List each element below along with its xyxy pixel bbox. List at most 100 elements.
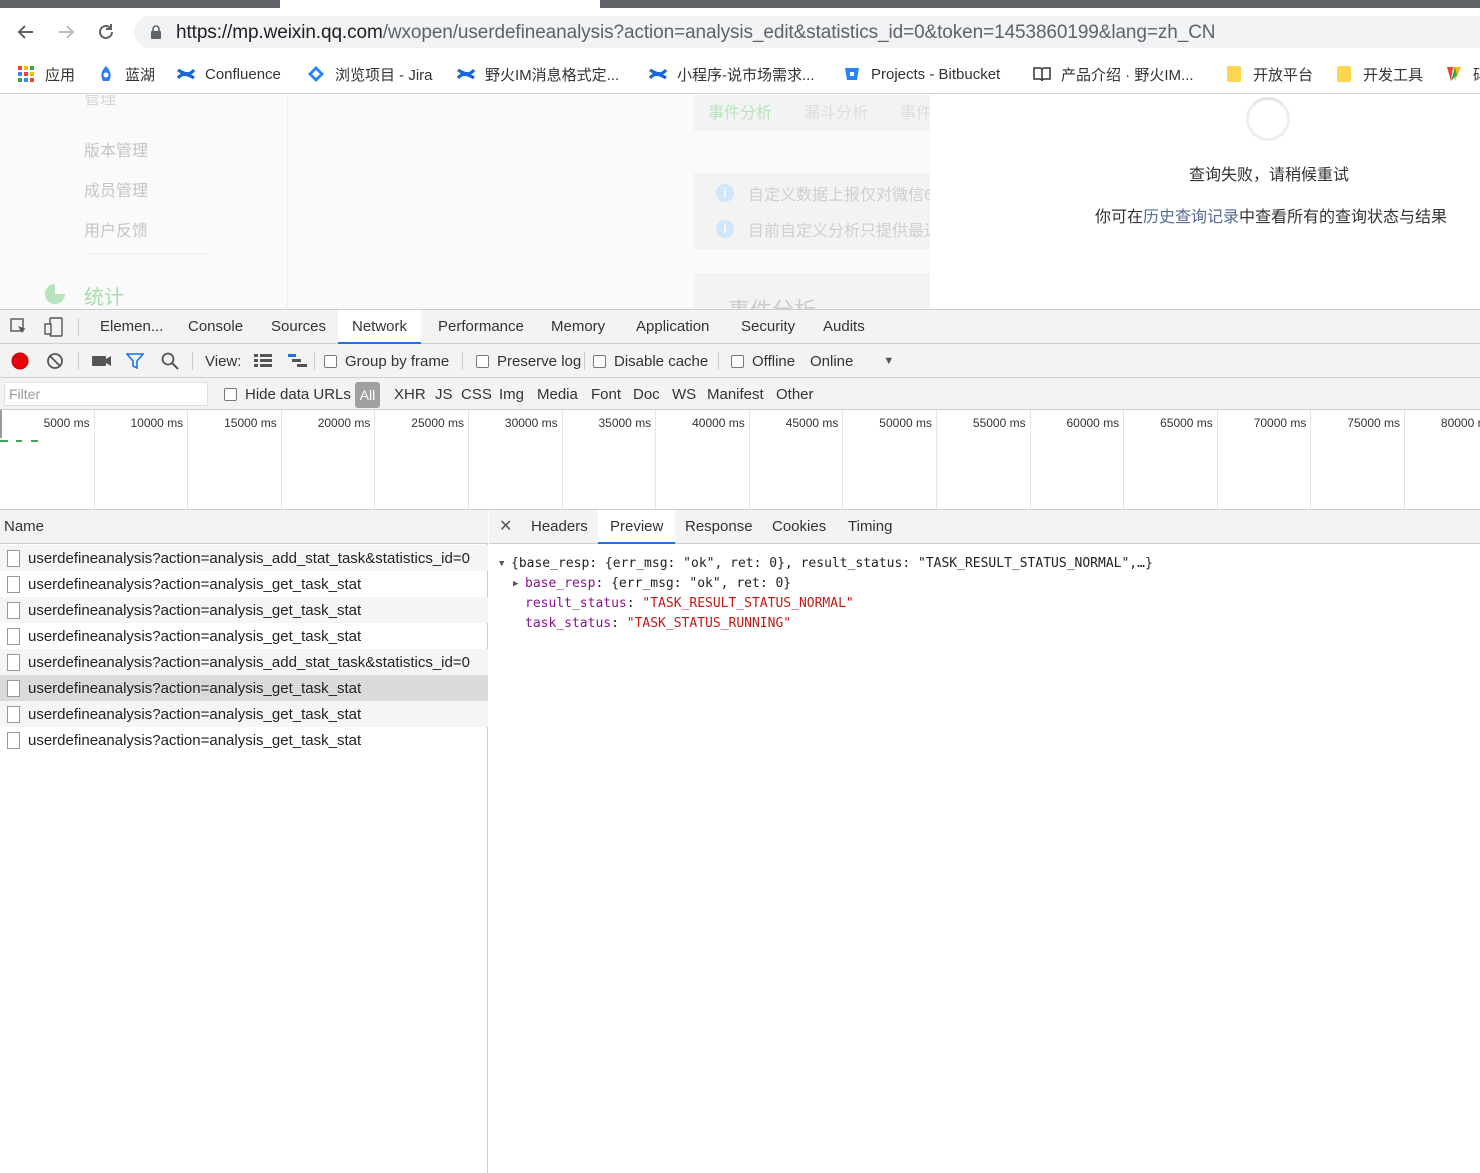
tab-response[interactable]: Response: [685, 510, 753, 544]
tab-funnel-analysis[interactable]: 漏斗分析: [804, 99, 868, 123]
reload-icon[interactable]: [94, 20, 118, 44]
table-row[interactable]: userdefineanalysis?action=analysis_get_t…: [0, 701, 488, 727]
filter-type-font[interactable]: Font: [591, 378, 621, 410]
notice-text: 自定义数据上报仅对微信6: [748, 187, 933, 204]
tab-sources[interactable]: Sources: [271, 310, 326, 344]
sidebar-item-feedback[interactable]: 用户反馈: [84, 217, 148, 241]
tab-event[interactable]: 事件: [900, 99, 932, 123]
tab-audits[interactable]: Audits: [823, 310, 865, 344]
filter-type-xhr[interactable]: XHR: [394, 378, 426, 410]
filter-type-doc[interactable]: Doc: [633, 378, 660, 410]
document-icon: [7, 627, 20, 645]
filter-type-all[interactable]: All: [355, 382, 380, 408]
timeline-tick-label: 55000 ms: [972, 416, 1026, 430]
sidebar-item-stats[interactable]: 统计: [84, 281, 124, 309]
clear-icon: [47, 353, 63, 369]
timeline-tick-label: 75000 ms: [1347, 416, 1400, 430]
column-header-name[interactable]: Name: [0, 510, 488, 544]
capture-screenshots-button[interactable]: [92, 344, 112, 378]
query-status-panel: 查询失败，请稍候重试 你可在历史查询记录中查看所有的查询状态与结果: [930, 95, 1480, 309]
inspect-element-icon[interactable]: [10, 318, 28, 339]
throttling-select[interactable]: Online ▼: [810, 344, 894, 378]
bookmark-folder-dev-tools[interactable]: 开发工具: [1334, 62, 1423, 86]
overview-toggle-button[interactable]: [288, 344, 308, 378]
close-icon[interactable]: ✕: [499, 510, 512, 544]
timeline-gridline: [468, 410, 469, 510]
filter-type-media[interactable]: Media: [537, 378, 578, 410]
forward-icon[interactable]: [54, 20, 78, 44]
device-toolbar-icon[interactable]: [44, 317, 64, 340]
expanded-triangle-icon[interactable]: ▼: [499, 554, 511, 574]
filter-toggle-button[interactable]: [126, 344, 144, 378]
group-by-frame-checkbox[interactable]: Group by frame: [324, 344, 449, 378]
filter-input[interactable]: Filter: [4, 382, 208, 406]
bookmark-jira[interactable]: 浏览项目 - Jira: [306, 62, 433, 86]
filter-type-img[interactable]: Img: [499, 378, 524, 410]
table-row[interactable]: userdefineanalysis?action=analysis_get_t…: [0, 571, 488, 597]
table-row[interactable]: userdefineanalysis?action=analysis_add_s…: [0, 545, 488, 571]
page-main: 事件分析 漏斗分析 事件 i 自定义数据上报仅对微信6 i 目前自定义分析只提供最近…: [288, 95, 940, 309]
json-base-resp-line[interactable]: ▶ base_resp: {err_msg: "ok", ret: 0}: [489, 574, 1153, 594]
url-bar[interactable]: https://mp.weixin.qq.com/wxopen/userdefi…: [134, 16, 1480, 48]
preserve-log-checkbox[interactable]: Preserve log: [476, 344, 581, 378]
sidebar-item-members[interactable]: 成员管理: [84, 177, 148, 201]
browser-tab[interactable]: [0, 0, 280, 8]
back-icon[interactable]: [14, 20, 38, 44]
card-title: 事件分析: [728, 293, 816, 309]
hide-data-urls-label: Hide data URLs: [245, 385, 351, 403]
tab-application[interactable]: Application: [636, 310, 709, 344]
bookmark-confluence[interactable]: Confluence: [176, 62, 281, 86]
sidebar-item-version[interactable]: 版本管理: [84, 137, 148, 161]
disable-cache-checkbox[interactable]: Disable cache: [593, 344, 708, 378]
timeline-tick-label: 40000 ms: [692, 416, 745, 430]
filter-type-ws[interactable]: WS: [672, 378, 696, 410]
separator: [78, 318, 79, 336]
record-button[interactable]: [10, 344, 30, 378]
tab-network[interactable]: Network: [338, 310, 422, 344]
bookmark-miniprogram[interactable]: 小程序-说市场需求...: [648, 62, 815, 86]
tab-memory[interactable]: Memory: [551, 310, 605, 344]
tab-headers[interactable]: Headers: [531, 510, 588, 544]
collapsed-triangle-icon[interactable]: ▶: [513, 574, 525, 594]
filter-type-css[interactable]: CSS: [461, 378, 492, 410]
lock-icon[interactable]: [150, 25, 162, 43]
json-root-line[interactable]: ▼ {base_resp: {err_msg: "ok", ret: 0}, re…: [489, 554, 1153, 574]
offline-checkbox[interactable]: Offline: [731, 344, 795, 378]
tab-performance[interactable]: Performance: [438, 310, 524, 344]
bookmark-apps[interactable]: 应用: [16, 62, 75, 86]
network-overview-timeline[interactable]: 5000 ms 10000 ms 15000 ms 20000 ms 25000 ms 3…: [0, 410, 1480, 510]
clear-button[interactable]: [46, 344, 64, 378]
table-row[interactable]: userdefineanalysis?action=analysis_get_t…: [0, 597, 488, 623]
checkbox-icon: [224, 387, 237, 401]
table-row[interactable]: userdefineanalysis?action=analysis_get_t…: [0, 675, 488, 701]
large-rows-button[interactable]: [254, 344, 272, 378]
filter-type-other[interactable]: Other: [776, 378, 814, 410]
tab-elements[interactable]: Elemen...: [100, 310, 163, 344]
tab-timing[interactable]: Timing: [848, 510, 892, 544]
json-value: "TASK_STATUS_RUNNING": [626, 616, 792, 631]
bookmark-code[interactable]: 码: [1444, 62, 1480, 86]
bookmark-lanhu[interactable]: 蓝湖: [96, 62, 155, 86]
bookmark-folder-open-platform[interactable]: 开放平台: [1224, 62, 1313, 86]
json-colon: :: [595, 576, 612, 591]
tab-security[interactable]: Security: [741, 310, 795, 344]
table-row[interactable]: userdefineanalysis?action=analysis_get_t…: [0, 727, 488, 753]
colorful-logo-icon: [1444, 64, 1464, 84]
hide-data-urls-checkbox[interactable]: Hide data URLs: [224, 378, 351, 410]
search-button[interactable]: [161, 344, 179, 378]
bookmark-bitbucket[interactable]: Projects - Bitbucket: [842, 62, 1000, 86]
tab-preview[interactable]: Preview: [598, 510, 676, 544]
table-row[interactable]: userdefineanalysis?action=analysis_get_t…: [0, 623, 488, 649]
tab-console[interactable]: Console: [188, 310, 243, 344]
sidebar-item-manage[interactable]: 管理: [84, 95, 116, 109]
devtools-tabbar: Elemen... Console Sources Network Perfor…: [0, 310, 1480, 344]
filter-type-js[interactable]: JS: [435, 378, 453, 410]
filter-type-manifest[interactable]: Manifest: [707, 378, 764, 410]
tab-cookies[interactable]: Cookies: [772, 510, 826, 544]
bookmark-product-intro[interactable]: 产品介绍 · 野火IM...: [1032, 62, 1194, 86]
tab-event-analysis[interactable]: 事件分析: [708, 99, 772, 123]
browser-tab[interactable]: [600, 0, 1480, 8]
table-row[interactable]: userdefineanalysis?action=analysis_add_s…: [0, 649, 488, 675]
history-query-link[interactable]: 历史查询记录: [1143, 209, 1239, 226]
bookmark-im-format[interactable]: 野火IM消息格式定...: [456, 62, 619, 86]
